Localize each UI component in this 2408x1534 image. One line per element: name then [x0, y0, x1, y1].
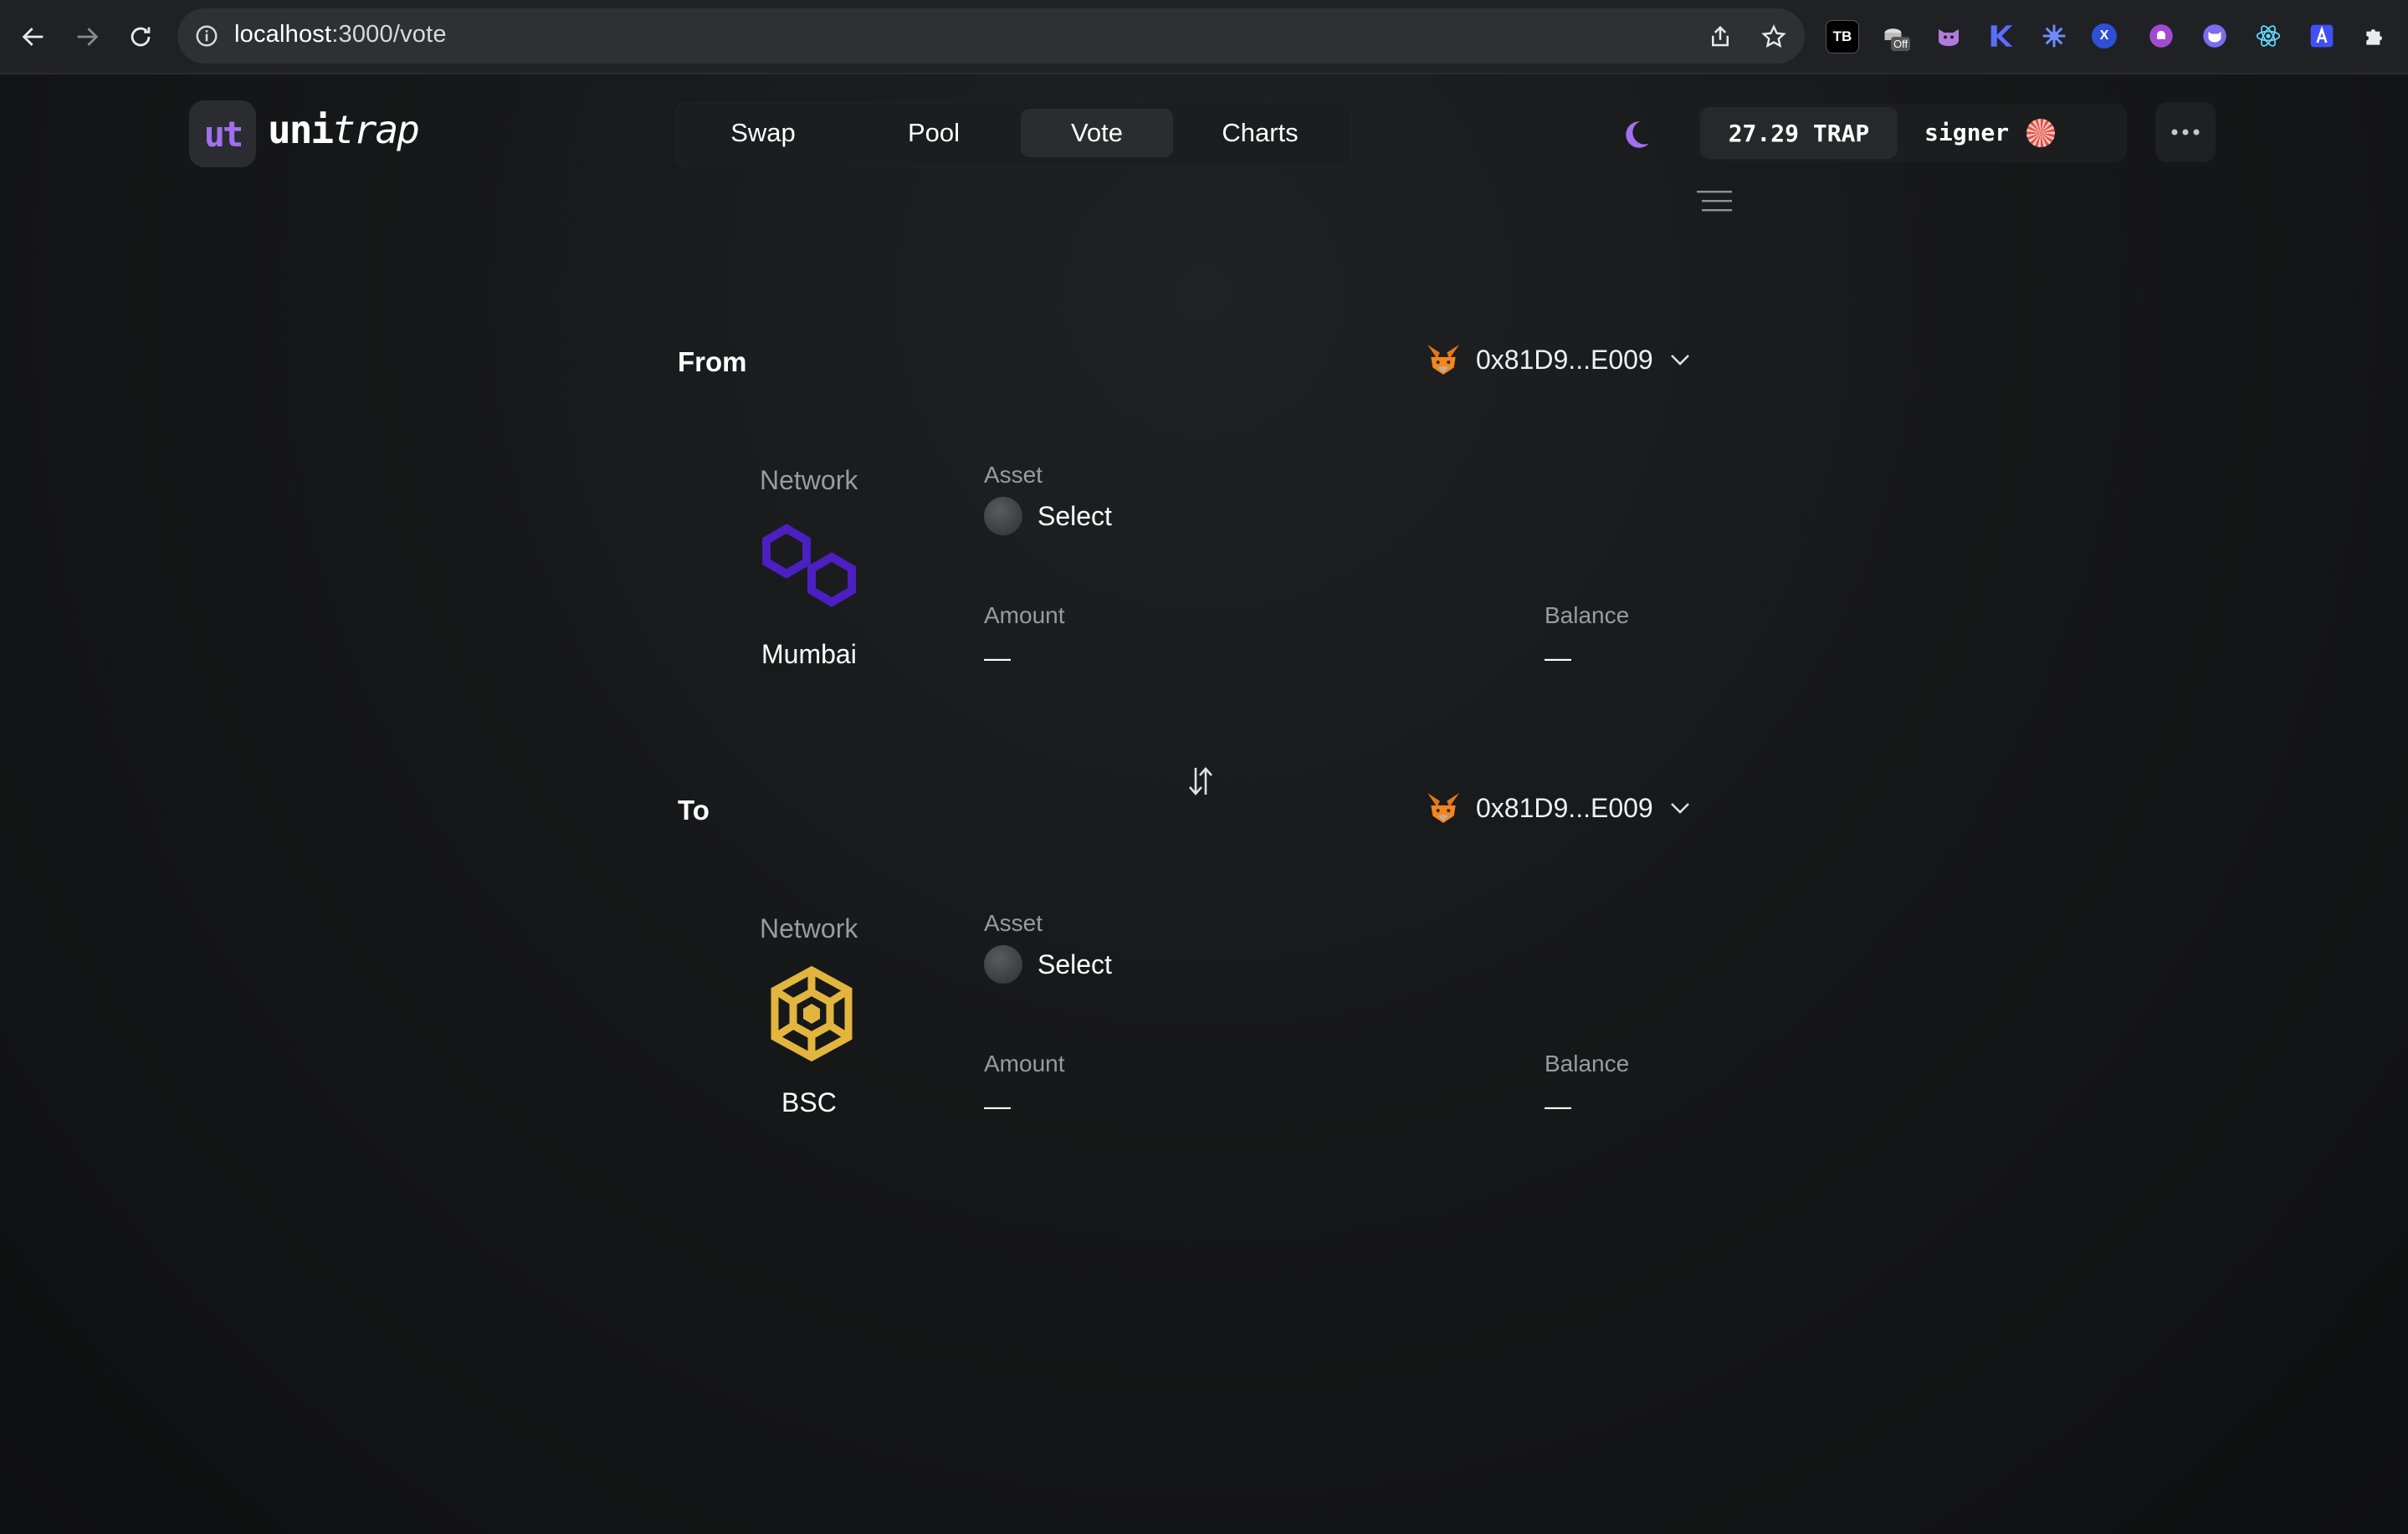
- react-extension-icon[interactable]: [2252, 20, 2284, 52]
- gear-flower-extension-icon[interactable]: [2038, 20, 2070, 52]
- tb-extension-icon[interactable]: TB: [1826, 20, 1859, 54]
- from-asset-value: Select: [1037, 500, 1112, 531]
- logo-wordmark[interactable]: unitrap: [268, 107, 420, 152]
- to-network-name: BSC: [781, 1087, 837, 1117]
- url-text[interactable]: localhost:3000/vote: [234, 21, 447, 49]
- swap-direction-icon[interactable]: [1186, 763, 1215, 800]
- puzzle-extension-icon[interactable]: [2359, 20, 2391, 52]
- from-network-label: Network: [760, 465, 858, 495]
- avatar[interactable]: [2026, 119, 2055, 147]
- cat-extension-icon[interactable]: [1933, 20, 1965, 52]
- logo-word-uni: uni: [268, 107, 334, 152]
- from-title: From: [678, 346, 747, 377]
- menu-lines-icon[interactable]: [1697, 189, 1732, 214]
- logo-badge[interactable]: ut: [189, 100, 256, 167]
- tab-swap[interactable]: Swap: [686, 109, 840, 157]
- to-amount-value[interactable]: —: [984, 1091, 1011, 1122]
- from-network-name: Mumbai: [761, 639, 857, 669]
- more-dots-icon: [2171, 129, 2200, 136]
- bnb-icon[interactable]: [766, 965, 857, 1062]
- logo-word-trap: trap: [332, 107, 420, 152]
- off-badge: Off: [1891, 37, 1911, 51]
- off-extension-icon[interactable]: Off: [1879, 20, 1911, 52]
- reload-icon[interactable]: [124, 20, 157, 54]
- to-asset-value: Select: [1037, 949, 1112, 979]
- to-address: 0x81D9...E009: [1476, 792, 1653, 823]
- x-extension-icon[interactable]: X: [2092, 23, 2117, 49]
- to-balance-label: Balance: [1545, 1051, 1630, 1076]
- polygon-icon[interactable]: [761, 524, 858, 607]
- from-balance-value: —: [1545, 642, 1571, 672]
- from-amount-label: Amount: [984, 602, 1065, 628]
- account-name[interactable]: signer: [1924, 119, 2009, 146]
- k-extension-icon[interactable]: [1985, 20, 2016, 52]
- back-icon[interactable]: [17, 20, 50, 54]
- bell-extension-icon[interactable]: [2145, 20, 2177, 52]
- a-extension-icon[interactable]: [2306, 20, 2338, 52]
- from-asset-select[interactable]: Select: [984, 497, 1112, 535]
- chevron-down-icon: [1670, 355, 1689, 366]
- tab-vote[interactable]: Vote: [1021, 109, 1173, 157]
- moon-icon[interactable]: [1618, 117, 1653, 152]
- forward-icon[interactable]: [70, 20, 104, 54]
- to-balance-value: —: [1545, 1091, 1571, 1121]
- to-title: To: [678, 795, 710, 826]
- bookmark-star-icon[interactable]: [1757, 20, 1791, 54]
- url-host: localhost: [234, 21, 332, 48]
- tab-pool[interactable]: Pool: [857, 109, 1011, 157]
- to-amount-label: Amount: [984, 1051, 1065, 1076]
- tab-charts[interactable]: Charts: [1185, 109, 1335, 157]
- page-background: [0, 74, 2408, 1534]
- from-address-selector[interactable]: 0x81D9...E009: [1426, 343, 1692, 376]
- to-network-label: Network: [760, 913, 858, 943]
- more-button[interactable]: [2155, 102, 2216, 162]
- from-amount-value[interactable]: —: [984, 642, 1011, 673]
- from-asset-label: Asset: [984, 462, 1043, 488]
- trap-balance[interactable]: 27.29 TRAP: [1700, 107, 1898, 159]
- token-placeholder-icon: [984, 497, 1022, 535]
- url-path: :3000/vote: [331, 21, 447, 48]
- to-asset-label: Asset: [984, 910, 1043, 936]
- metamask-fox-icon: [1427, 345, 1459, 375]
- info-icon[interactable]: [194, 23, 219, 49]
- fox-extension-icon[interactable]: [2199, 20, 2231, 52]
- chevron-down-icon: [1670, 803, 1689, 814]
- metamask-fox-icon: [1427, 793, 1459, 823]
- from-address: 0x81D9...E009: [1476, 344, 1653, 375]
- token-placeholder-icon: [984, 945, 1022, 984]
- to-address-selector[interactable]: 0x81D9...E009: [1426, 791, 1692, 825]
- share-icon[interactable]: [1704, 20, 1737, 54]
- to-asset-select[interactable]: Select: [984, 945, 1112, 984]
- from-balance-label: Balance: [1545, 602, 1630, 628]
